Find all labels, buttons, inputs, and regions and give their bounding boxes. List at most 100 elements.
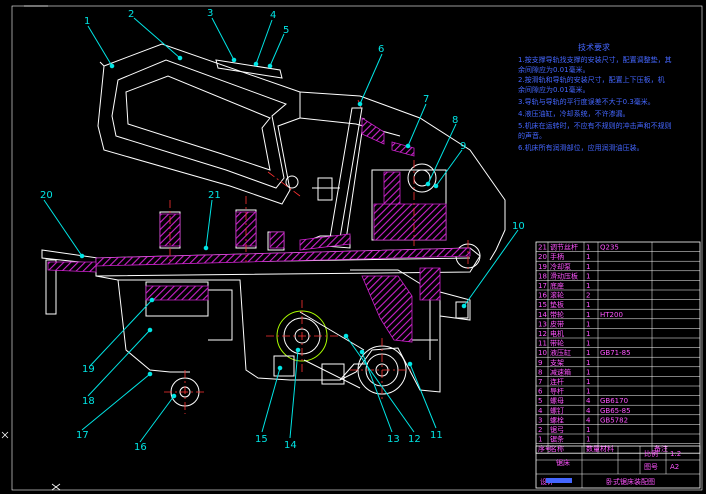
callout-19: 19: [82, 364, 95, 375]
bom-cell: 1: [586, 311, 590, 319]
bom-cell: 19: [538, 263, 547, 271]
title-block-sheet-label: 图号: [644, 463, 658, 471]
callout-5: 5: [283, 25, 289, 36]
bom-header-cell: 数量: [586, 444, 600, 453]
bom-cell: 连杆: [550, 377, 564, 386]
callout-6: 6: [378, 44, 384, 55]
bom-cell: 锯弓: [550, 425, 564, 434]
notes-title: 技术要求: [578, 42, 610, 52]
bom-cell: 1: [586, 378, 590, 386]
bom-cell: 10: [538, 349, 547, 357]
notes-line: 余间隙应为0.01毫米。: [518, 65, 590, 74]
notes-line: 4.液压油缸，冷却系统，不许渗漏。: [518, 109, 630, 118]
callout-4: 4: [270, 10, 276, 21]
bom-cell: 4: [586, 407, 591, 415]
bom-cell: GB65-85: [600, 407, 631, 415]
title-block-scale: 1:2: [670, 450, 681, 458]
bom-cell: 1: [586, 301, 590, 309]
bom-cell: 12: [538, 330, 547, 338]
title-block-scale-label: 比例: [644, 449, 658, 458]
bom-table: 21 调节丝杆 1 Q23520 手柄 119 冷却泵 118 滑动压板 117 底座 116 滚轮 21…: [535, 241, 701, 454]
bom-cell: 16: [538, 292, 547, 300]
notes-line: 余间隙应为0.01毫米。: [518, 85, 590, 94]
bom-cell: 9: [538, 359, 542, 367]
bom-cell: 螺母: [550, 396, 564, 405]
callout-9: 9: [460, 141, 466, 152]
bom-cell: 1: [586, 368, 590, 376]
callout-16: 16: [134, 442, 147, 453]
bom-cell: 1: [586, 282, 590, 290]
bom-cell: 液压缸: [550, 348, 571, 357]
bom-cell: 7: [538, 378, 542, 386]
bom-cell: 1: [586, 263, 590, 271]
technical-notes: 技术要求 1.按支撑导轨找支撑的安装尺寸，配置调整垫，其 余间隙应为0.01毫米…: [518, 42, 672, 152]
guide-column: [329, 107, 363, 239]
bom-cell: HT200: [600, 311, 623, 319]
bom-cell: 6: [538, 388, 543, 396]
bom-cell: 1: [586, 349, 590, 357]
callout-1: 1: [84, 16, 90, 27]
bom-cell: 4: [586, 397, 591, 405]
callout-11: 11: [430, 430, 443, 441]
callout-17: 17: [76, 430, 89, 441]
callout-15: 15: [255, 434, 268, 445]
bom-cell: 电机: [550, 329, 564, 338]
bom-cell: 带轮: [550, 310, 564, 319]
hatch-right-block: [361, 275, 413, 343]
bom-cell: 2: [538, 426, 542, 434]
hatch-gearbox: [373, 203, 447, 241]
notes-line: 3.导轨与导轨的平行度误差不大于0.3毫米。: [518, 97, 655, 106]
bom-cell: 滑动压板: [550, 271, 578, 280]
bom-cell: 1: [586, 330, 590, 338]
assembly-drawing: 1 2 3 4 5 6 7 8 9 10 11 12 13 14 15 16 1…: [1, 5, 703, 491]
bom-cell: 滚轮: [550, 291, 564, 300]
title-block-title-label: 锯床: [556, 458, 570, 467]
bom-cell: 皮带: [550, 319, 564, 328]
bom-cell: 11: [538, 340, 547, 348]
callout-18: 18: [82, 396, 95, 407]
bom-cell: 调节丝杆: [550, 243, 578, 252]
bom-cell: 15: [538, 301, 547, 309]
bom-cell: 手柄: [550, 252, 564, 261]
callout-8: 8: [452, 115, 458, 126]
bom-cell: GB6170: [600, 397, 628, 405]
callout-leaders: [43, 17, 519, 443]
callout-10: 10: [512, 221, 525, 232]
hatch-table: [95, 247, 471, 267]
bom-cell: 17: [538, 282, 547, 290]
callout-2: 2: [128, 9, 134, 20]
callout-labels: 1 2 3 4 5 6 7 8 9 10 11 12 13 14 15 16 1…: [40, 8, 525, 453]
bom-cell: 4: [538, 407, 543, 415]
bom-cell: 2: [586, 292, 590, 300]
notes-line: 1.按支撑导轨找支撑的安装尺寸，配置调整垫，其: [518, 55, 672, 64]
bom-cell: 1: [586, 359, 590, 367]
bom-cell: 减速箱: [550, 367, 571, 376]
bom-cell: 14: [538, 311, 547, 319]
notes-line: 的声音。: [518, 131, 546, 140]
bom-cell: 螺钉: [550, 406, 564, 415]
notes-line: 2.按滑轨和导轨的安装尺寸，配置上下压板，机: [518, 75, 665, 84]
callout-21: 21: [208, 190, 221, 201]
bom-cell: 1: [586, 426, 590, 434]
callout-20: 20: [40, 190, 53, 201]
bom-cell: 18: [538, 272, 547, 280]
bom-cell: 锯条: [550, 435, 564, 444]
bom-cell: 1: [586, 320, 590, 328]
bom-cell: 垫板: [550, 300, 564, 309]
bom-cell: 21: [538, 244, 547, 252]
bom-cell: Q235: [600, 244, 619, 252]
notes-line: 6.机床所有润滑部位，应用润滑油压装。: [518, 143, 644, 152]
bom-cell: GB5782: [600, 416, 628, 424]
bom-cell: 8: [538, 368, 542, 376]
bom-cell: 5: [538, 397, 542, 405]
bom-cell: 20: [538, 253, 547, 261]
bom-cell: 底座: [550, 281, 564, 290]
bom-cell: 导杆: [550, 387, 564, 396]
callout-12: 12: [408, 434, 421, 445]
bom-cell: 3: [538, 416, 542, 424]
title-block-drawing-title: 卧式锯床装配图: [606, 477, 655, 486]
callout-13: 13: [387, 434, 400, 445]
bom-cell: 1: [586, 340, 590, 348]
bom-cell: 螺栓: [550, 415, 564, 424]
bom-cell: 1: [586, 436, 590, 444]
